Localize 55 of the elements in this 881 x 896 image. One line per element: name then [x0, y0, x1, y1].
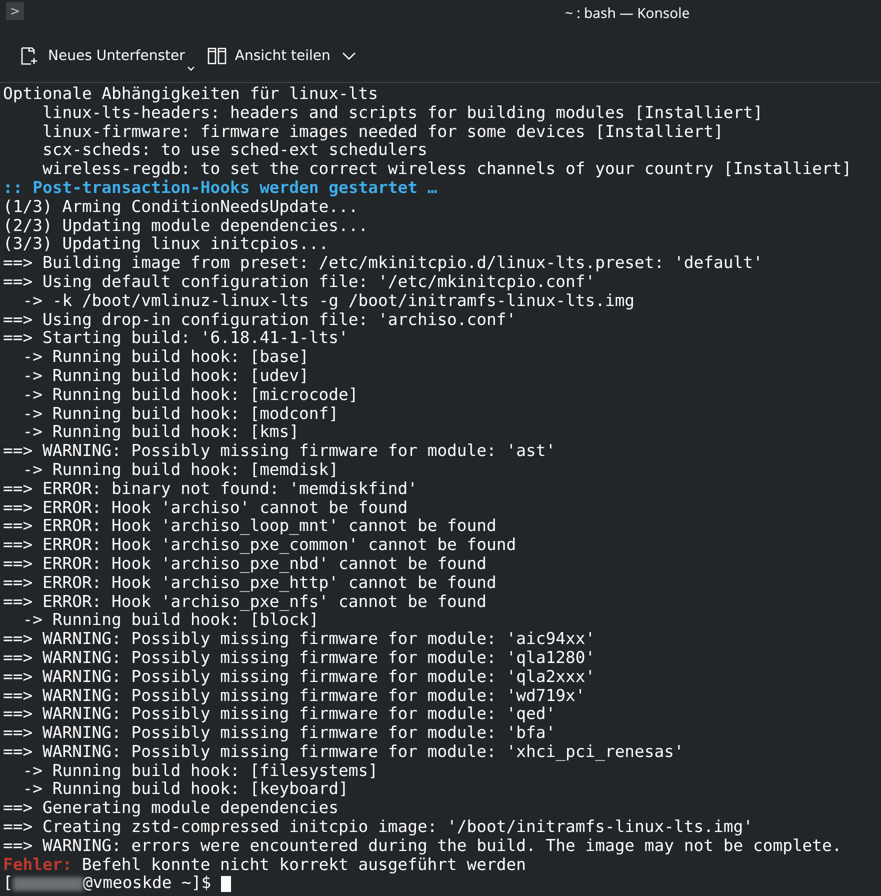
terminal-line: ==> WARNING: Possibly missing firmware for module: 'wd719x': [3, 686, 586, 706]
terminal-line: ==> Starting build: '6.18.41-1-lts': [3, 329, 350, 348]
terminal-line: -> Running build hook: [modconf]: [22, 404, 340, 424]
terminal-line: ==> WARNING: Possibly missing firmware for module: 'aic94xx': [3, 630, 596, 649]
terminal-line: ==> Using drop-in configuration file: 'archiso.conf': [3, 310, 518, 330]
terminal-line: ==> WARNING: Possibly missing firmware for module: 'qla1280': [3, 648, 596, 668]
caret-icon: [186, 66, 195, 72]
terminal-line: -> Running build hook: [memdisk]: [22, 460, 340, 480]
terminal-line: -> Running build hook: [udev]: [22, 366, 310, 386]
terminal-line: -> -k /boot/vmlinuz-linux-lts -g /boot/initramfs-linux-lts.img: [22, 292, 636, 311]
terminal-line: ==> ERROR: Hook 'archiso_loop_mnt' cannot be found: [3, 517, 498, 536]
terminal-line: linux-firmware: firmware images needed for some devices [Installiert]: [41, 122, 724, 142]
terminal-line: ==> WARNING: Possibly missing firmware for module: 'bfa': [3, 724, 557, 743]
window-title: ~ : bash — Konsole: [565, 4, 690, 23]
terminal-line: ==> ERROR: Hook 'archiso_pxe_common' cannot be found: [3, 536, 518, 555]
text-cursor: [221, 876, 232, 892]
terminal-line: -> Running build hook: [microcode]: [22, 386, 360, 405]
split-view-icon: [206, 46, 227, 66]
terminal-line: (2/3) Updating module dependencies...: [3, 216, 370, 236]
terminal-line: ==> ERROR: Hook 'archiso' cannot be found: [3, 498, 409, 518]
error-label: Fehler:: [3, 856, 72, 874]
terminal-line: wireless-regdb: to set the correct wireless channels of your country [Installiert]: [41, 160, 853, 179]
terminal-line: ==> Creating zstd-compressed initcpio image: '/boot/initramfs-linux-lts.img': [3, 818, 754, 837]
terminal-line: ==> WARNING: errors were encountered during the build. The image may not be complete.: [3, 836, 843, 856]
terminal-line: -> Running build hook: [block]: [22, 611, 319, 630]
terminal-line: ==> Building image from preset: /etc/mkinitcpio.d/linux-lts.preset: 'default': [3, 254, 764, 273]
terminal-line: (3/3) Updating linux initcpios...: [3, 235, 329, 254]
shell-prompt: @vmeoskde ~]$: [82, 874, 212, 894]
terminal-line: Optionale Abhängigkeiten für linux-lts: [3, 85, 379, 104]
split-view-button[interactable]: Ansicht teilen: [204, 42, 358, 70]
terminal-line: -> Running build hook: [kms]: [22, 423, 300, 442]
terminal-line: ==> ERROR: Hook 'archiso_pxe_nfs' cannot be found: [3, 592, 488, 612]
terminal-line: ==> Using default configuration file: '/etc/mkinitcpio.conf': [3, 272, 596, 292]
caret-icon: [342, 51, 356, 61]
new-tab-button[interactable]: Neues Unterfenster: [18, 42, 197, 70]
terminal-line: ==> Generating module dependencies: [3, 799, 340, 818]
terminal-line: -> Running build hook: [keyboard]: [22, 780, 348, 800]
terminal-line: ==> WARNING: Possibly missing firmware for module: 'qed': [3, 705, 557, 724]
terminal-line: ==> WARNING: Possibly missing firmware for module: 'ast': [3, 442, 557, 461]
terminal-line: -> Running build hook: [filesystems]: [22, 762, 379, 780]
new-tab-icon: [20, 46, 40, 66]
terminal-line: ==> WARNING: Possibly missing firmware for module: 'qla2xxx': [3, 668, 596, 686]
terminal-line: linux-lts-headers: headers and scripts for building modules [Installiert]: [41, 104, 764, 123]
redacted-username: [12, 876, 83, 891]
terminal-line: :: Post-transaction-Hooks werden gestartet …: [3, 178, 438, 198]
prompt-bracket: [: [3, 874, 13, 894]
terminal-line: (1/3) Arming ConditionNeedsUpdate...: [3, 198, 360, 217]
terminal-line: ==> ERROR: binary not found: 'memdiskfind': [3, 480, 418, 499]
terminal-line: scx-scheds: to use sched-ext schedulers: [41, 141, 428, 160]
terminal-line: -> Running build hook: [base]: [22, 348, 310, 367]
terminal-line: ==> ERROR: Hook 'archiso_pxe_nbd' cannot be found: [3, 554, 488, 574]
terminal-line: ==> WARNING: Possibly missing firmware for module: 'xhci_pci_renesas': [3, 742, 685, 762]
menu-button[interactable]: >: [6, 2, 24, 20]
terminal-line: ==> ERROR: Hook 'archiso_pxe_http' cannot be found: [3, 574, 498, 593]
terminal-line: Befehl konnte nicht korrekt ausgeführt werden: [82, 856, 526, 874]
